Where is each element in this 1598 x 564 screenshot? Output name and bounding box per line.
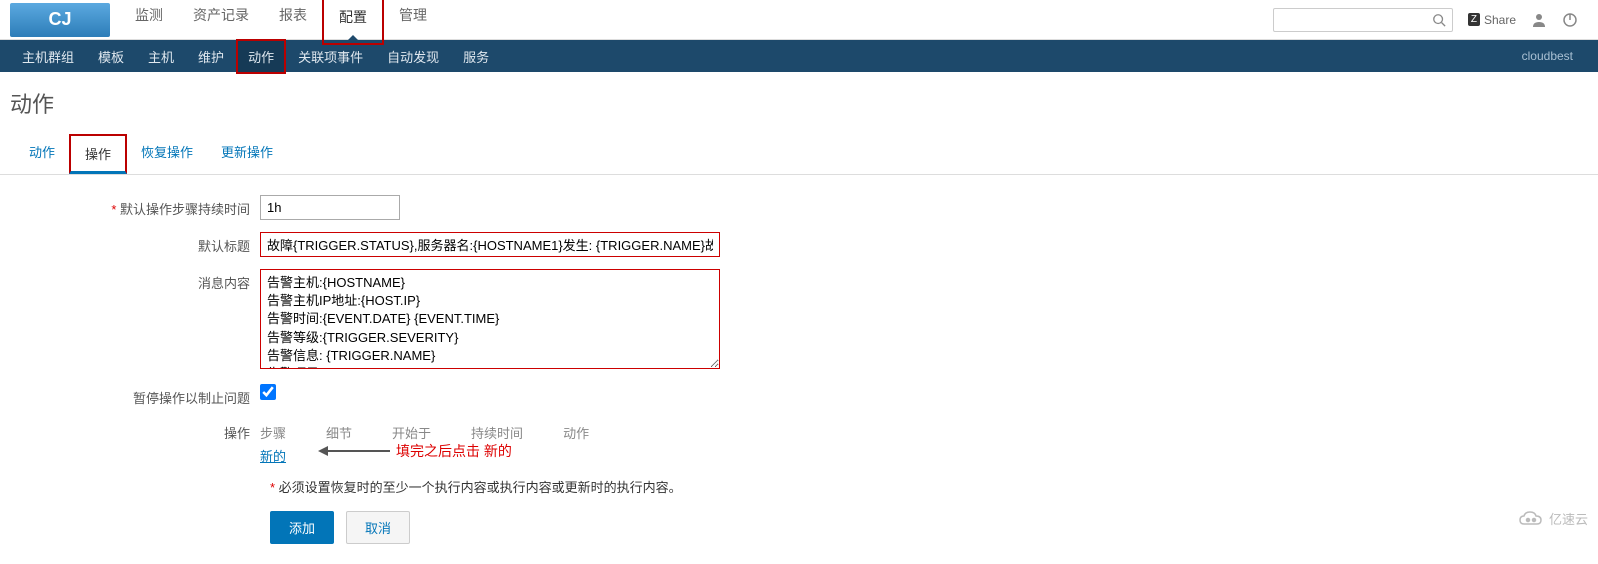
page-title: 动作 — [0, 72, 1598, 134]
watermark: 亿速云 — [1517, 509, 1588, 528]
message-textarea[interactable] — [260, 269, 720, 369]
title-label: 默认标题 — [10, 232, 260, 255]
duration-input[interactable] — [260, 195, 400, 220]
subnav-templates[interactable]: 模板 — [86, 39, 136, 74]
required-star: * — [270, 480, 279, 495]
logo: CJ — [10, 3, 110, 37]
subnav-discovery[interactable]: 自动发现 — [375, 39, 451, 74]
annotation-text: 填完之后点击 新的 — [396, 441, 512, 461]
tab-update-operations[interactable]: 更新操作 — [207, 134, 287, 174]
pause-checkbox[interactable] — [260, 384, 276, 400]
search-icon — [1432, 13, 1446, 27]
user-icon[interactable] — [1531, 12, 1547, 28]
z-icon: Z — [1468, 13, 1480, 26]
message-label: 消息内容 — [10, 269, 260, 292]
share-link[interactable]: Z Share — [1468, 13, 1516, 27]
cancel-button[interactable]: 取消 — [346, 511, 410, 544]
tab-recovery-operations[interactable]: 恢复操作 — [127, 134, 207, 174]
subnav-services[interactable]: 服务 — [451, 39, 501, 74]
hint-text: 必须设置恢复时的至少一个执行内容或执行内容或更新时的执行内容。 — [279, 480, 682, 495]
ops-col-step: 步骤 — [260, 419, 326, 446]
add-button[interactable]: 添加 — [270, 511, 334, 544]
annotation-arrow — [320, 450, 390, 452]
subnav-hostgroups[interactable]: 主机群组 — [10, 39, 86, 74]
pause-label: 暂停操作以制止问题 — [10, 384, 260, 407]
subnav-correlation[interactable]: 关联项事件 — [286, 39, 375, 74]
duration-label: 默认操作步骤持续时间 — [10, 195, 260, 218]
subnav-maintenance[interactable]: 维护 — [186, 39, 236, 74]
ops-label: 操作 — [10, 419, 260, 442]
ops-col-action: 动作 — [563, 419, 629, 446]
tab-action[interactable]: 动作 — [15, 134, 69, 174]
new-operation-link[interactable]: 新的 — [260, 449, 286, 464]
tab-bar: 动作 操作 恢复操作 更新操作 — [0, 134, 1598, 175]
tab-operations[interactable]: 操作 — [69, 134, 127, 174]
cloud-icon — [1517, 510, 1545, 528]
power-icon[interactable] — [1562, 12, 1578, 28]
current-user: cloudbest — [1522, 49, 1588, 63]
title-input[interactable] — [260, 232, 720, 257]
subnav-hosts[interactable]: 主机 — [136, 39, 186, 74]
search-input[interactable] — [1273, 8, 1453, 32]
subnav-actions[interactable]: 动作 — [236, 39, 286, 74]
